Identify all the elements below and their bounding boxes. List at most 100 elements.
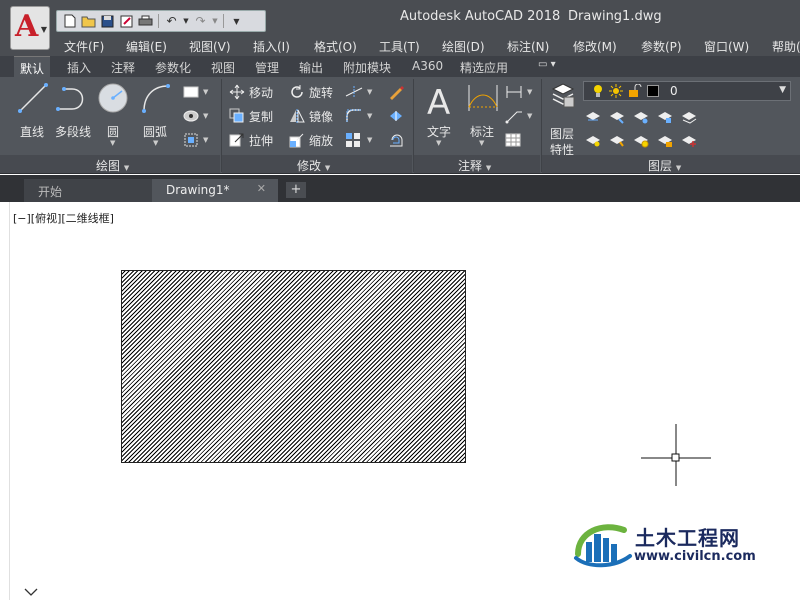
- dimension-label: 标注: [470, 125, 495, 139]
- new-tab-button[interactable]: +: [286, 182, 306, 198]
- linear-dim-tool[interactable]: ▼: [505, 82, 532, 102]
- viewport-controls[interactable]: [−][俯视][二维线框]: [13, 210, 114, 226]
- tab-manage[interactable]: 管理: [255, 59, 279, 76]
- text-tool[interactable]: A 文字 ▼: [423, 81, 457, 153]
- crosshair-cursor-icon: [641, 424, 711, 486]
- circle-icon: [98, 83, 128, 113]
- menu-dimension[interactable]: 标注(N): [507, 38, 549, 55]
- menu-modify[interactable]: 修改(M): [573, 38, 617, 55]
- layer-tool-8[interactable]: [633, 131, 649, 151]
- leader-icon: [505, 111, 522, 124]
- layer-tool-1[interactable]: [585, 107, 601, 127]
- draw-panel-title[interactable]: 绘图 ▼: [96, 157, 129, 174]
- circle-tool[interactable]: 圆 ▼: [96, 81, 130, 153]
- layer-tool-9[interactable]: [657, 131, 673, 151]
- tab-default[interactable]: 默认: [14, 56, 51, 77]
- tab-insert[interactable]: 插入: [67, 59, 91, 76]
- menu-help[interactable]: 帮助(: [772, 38, 800, 55]
- open-icon[interactable]: [80, 13, 97, 29]
- customize-icon[interactable]: ▼: [228, 13, 245, 29]
- menu-file[interactable]: 文件(F): [64, 38, 104, 55]
- array-tool[interactable]: ▼: [345, 130, 372, 150]
- tab-annotate[interactable]: 注释: [111, 59, 135, 76]
- svg-text:A: A: [427, 83, 450, 119]
- undo-dropdown-icon[interactable]: ▼: [182, 13, 190, 29]
- menu-insert[interactable]: 插入(I): [253, 38, 290, 55]
- layer-tool-7[interactable]: [609, 131, 625, 151]
- layer-tool-4[interactable]: [657, 107, 673, 127]
- ribbon-minimize-icon[interactable]: ▭ ▾: [538, 59, 564, 73]
- tab-view[interactable]: 视图: [211, 59, 235, 76]
- tab-parametric[interactable]: 参数化: [155, 59, 191, 76]
- table-tool[interactable]: [505, 130, 521, 150]
- layer-tool-6[interactable]: [585, 131, 601, 151]
- layer-on-icon: [586, 136, 600, 147]
- boundary-tool[interactable]: ▼: [183, 130, 208, 150]
- rotate-tool[interactable]: 旋转: [289, 82, 333, 102]
- chevron-down-icon: ▼: [479, 139, 485, 147]
- redo-dropdown-icon[interactable]: ▼: [211, 13, 219, 29]
- watermark-name: 土木工程网: [635, 526, 740, 550]
- leader-tool[interactable]: ▼: [505, 106, 532, 126]
- layers-panel-title[interactable]: 图层 ▼: [648, 157, 681, 174]
- layer-tool-10[interactable]: [681, 131, 697, 151]
- offset-tool[interactable]: [388, 130, 404, 150]
- line-tool[interactable]: 直线: [16, 81, 50, 151]
- dimension-tool[interactable]: 标注 ▼: [466, 81, 500, 153]
- trim-tool[interactable]: ▼: [345, 82, 372, 102]
- tab-addins[interactable]: 附加模块: [343, 59, 391, 76]
- hatched-rectangle[interactable]: [121, 270, 466, 463]
- polyline-tool[interactable]: 多段线: [54, 81, 94, 151]
- tab-a360[interactable]: A360: [412, 59, 443, 73]
- explode-tool[interactable]: [388, 106, 404, 126]
- layer-properties-tool[interactable]: 图层 特性: [548, 81, 578, 157]
- redo-icon[interactable]: ↷: [192, 13, 209, 29]
- arc-tool[interactable]: 圆弧 ▼: [138, 81, 174, 153]
- move-tool[interactable]: 移动: [229, 82, 273, 102]
- line-label: 直线: [20, 125, 45, 139]
- layer-dropdown[interactable]: 0 ▼: [583, 81, 791, 101]
- application-menu-button[interactable]: A ▼: [10, 6, 50, 50]
- arc-icon: [142, 84, 170, 113]
- copy-tool[interactable]: 复制: [229, 106, 273, 126]
- undo-icon[interactable]: ↶: [163, 13, 180, 29]
- menu-window[interactable]: 窗口(W): [704, 38, 749, 55]
- menu-edit[interactable]: 编辑(E): [126, 38, 167, 55]
- layer-tool-2[interactable]: [609, 107, 625, 127]
- scale-tool[interactable]: 缩放: [289, 130, 333, 150]
- layer-color-swatch: [647, 85, 659, 97]
- erase-tool[interactable]: [388, 82, 404, 102]
- save-icon[interactable]: [99, 13, 116, 29]
- annotation-panel-title[interactable]: 注释 ▼: [458, 157, 491, 174]
- tab-output[interactable]: 输出: [299, 59, 323, 76]
- stretch-icon: [229, 133, 244, 147]
- layer-tool-5[interactable]: [681, 107, 697, 127]
- saveas-icon[interactable]: [118, 13, 135, 29]
- tab-drawing1[interactable]: Drawing1* ✕: [152, 179, 278, 202]
- civilcn-logo-icon: [574, 524, 632, 568]
- chevron-down-icon: ▼: [203, 136, 209, 144]
- left-margin: [0, 202, 10, 600]
- menu-tools[interactable]: 工具(T): [379, 38, 420, 55]
- chevron-down-icon[interactable]: [24, 586, 38, 600]
- layer-tool-3[interactable]: [633, 107, 649, 127]
- polyline-label: 多段线: [55, 125, 92, 139]
- menu-view[interactable]: 视图(V): [189, 38, 231, 55]
- hatch-tool[interactable]: ▼: [183, 106, 208, 126]
- tab-featured[interactable]: 精选应用: [460, 59, 508, 76]
- print-icon[interactable]: [137, 13, 154, 29]
- close-icon[interactable]: ✕: [257, 182, 266, 195]
- modify-panel-title[interactable]: 修改 ▼: [297, 157, 330, 174]
- rectangle-tool[interactable]: ▼: [183, 82, 208, 102]
- tab-start[interactable]: 开始: [24, 179, 156, 202]
- copy-label: 复制: [249, 109, 274, 124]
- menu-draw[interactable]: 绘图(D): [442, 38, 485, 55]
- menu-format[interactable]: 格式(O): [314, 38, 357, 55]
- layer-walk-icon: [682, 112, 697, 124]
- document-title: Drawing1.dwg: [568, 9, 662, 24]
- mirror-tool[interactable]: 镜像: [289, 106, 333, 126]
- menu-params[interactable]: 参数(P): [641, 38, 682, 55]
- stretch-tool[interactable]: 拉伸: [229, 130, 273, 150]
- fillet-tool[interactable]: ▼: [345, 106, 372, 126]
- new-icon[interactable]: [61, 13, 78, 29]
